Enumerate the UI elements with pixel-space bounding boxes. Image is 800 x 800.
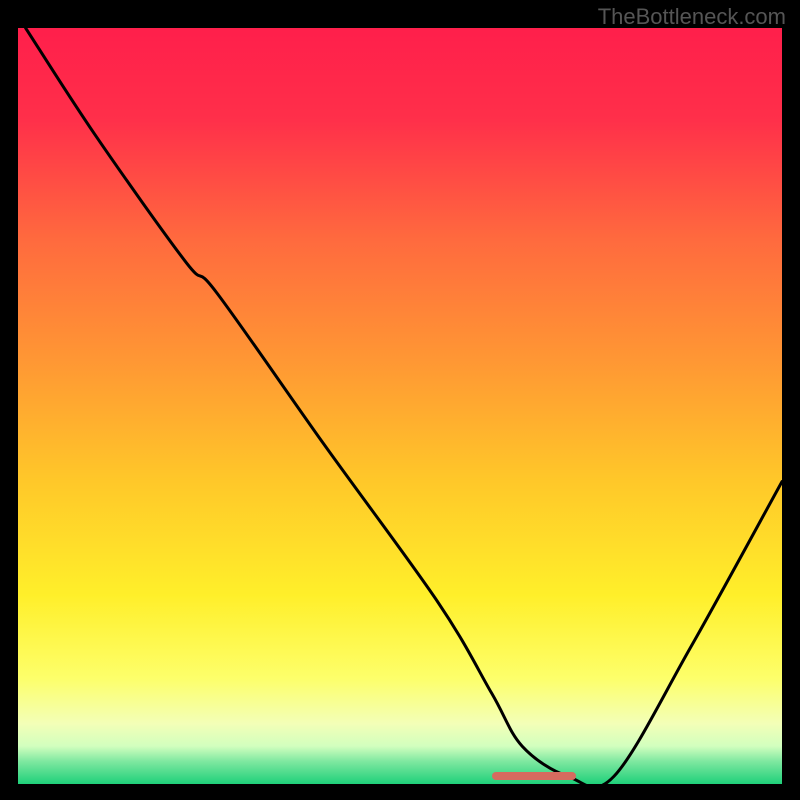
watermark-text: TheBottleneck.com xyxy=(598,4,786,30)
optimal-range-marker xyxy=(492,772,576,780)
gradient-background xyxy=(18,28,782,784)
plot-frame xyxy=(18,28,782,784)
